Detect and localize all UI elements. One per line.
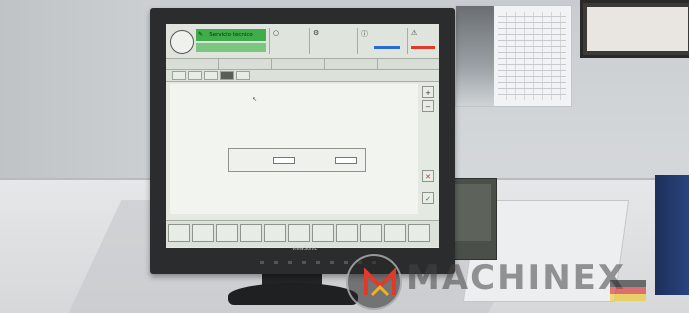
cancel-icon[interactable]: ✕ bbox=[422, 170, 434, 182]
function-key-8[interactable] bbox=[336, 224, 358, 242]
wall-frame bbox=[580, 0, 689, 58]
tab-1[interactable] bbox=[166, 59, 219, 69]
wall-calendar bbox=[455, 5, 572, 107]
tab-5[interactable] bbox=[378, 59, 439, 69]
function-key-9[interactable] bbox=[360, 224, 382, 242]
monitor-brand: ViewSonic bbox=[292, 246, 318, 252]
alarm-icon: ⚠ bbox=[411, 29, 418, 37]
gear-icon: ⚙ bbox=[313, 29, 320, 37]
main-tabs bbox=[166, 59, 439, 70]
function-key-bar bbox=[166, 220, 439, 247]
field-1-input[interactable] bbox=[273, 157, 295, 164]
cursor-icon: ↖ bbox=[252, 96, 258, 103]
sub-tabs bbox=[166, 70, 439, 82]
calendar-photo bbox=[456, 6, 494, 106]
subtab-4-active[interactable] bbox=[220, 71, 234, 80]
red-indicator bbox=[411, 46, 435, 49]
screen-title: Servicio técnico bbox=[196, 29, 266, 41]
function-key-7[interactable] bbox=[312, 224, 334, 242]
monitor-stand-base bbox=[228, 283, 358, 305]
function-key-2[interactable] bbox=[192, 224, 214, 242]
function-key-6[interactable] bbox=[288, 224, 310, 242]
function-key-5[interactable] bbox=[264, 224, 286, 242]
hmi-screen: Servicio técnico ✎ ○ ⚙ ⓘ ⚠ ↖ + − ✕ ✓ bbox=[166, 24, 439, 248]
content-area: ↖ bbox=[170, 84, 418, 214]
photo-scene: Servicio técnico ✎ ○ ⚙ ⓘ ⚠ ↖ + − ✕ ✓ Vie… bbox=[0, 0, 689, 313]
watermark-text: MACHINEX bbox=[406, 258, 627, 298]
subtab-1[interactable] bbox=[172, 71, 186, 80]
m-logo-icon bbox=[364, 268, 396, 297]
pencil-icon: ✎ bbox=[198, 31, 204, 38]
left-wall bbox=[0, 0, 160, 180]
blue-indicator bbox=[374, 46, 400, 49]
function-key-3[interactable] bbox=[216, 224, 238, 242]
header-cell-info[interactable]: ⓘ bbox=[357, 28, 408, 54]
watermark-logo: MACHINEX bbox=[340, 250, 680, 310]
header-cell-position[interactable]: ⚙ bbox=[309, 28, 358, 54]
tab-4[interactable] bbox=[325, 59, 378, 69]
function-key-4[interactable] bbox=[240, 224, 262, 242]
info-icon: ⓘ bbox=[361, 30, 368, 38]
field-2-input[interactable] bbox=[335, 157, 357, 164]
minus-icon[interactable]: − bbox=[422, 100, 434, 112]
function-key-11[interactable] bbox=[408, 224, 430, 242]
calendar-grid bbox=[498, 12, 566, 100]
hmi-header: Servicio técnico ✎ ○ ⚙ ⓘ ⚠ bbox=[166, 24, 439, 59]
confirm-icon[interactable]: ✓ bbox=[422, 192, 434, 204]
circle-icon: ○ bbox=[273, 29, 280, 37]
monitor: Servicio técnico ✎ ○ ⚙ ⓘ ⚠ ↖ + − ✕ ✓ Vie… bbox=[150, 8, 455, 274]
machine-logo[interactable] bbox=[170, 30, 194, 54]
subtab-3[interactable] bbox=[204, 71, 218, 80]
subtab-2[interactable] bbox=[188, 71, 202, 80]
parameter-dialog bbox=[228, 148, 366, 172]
status-strip bbox=[196, 43, 266, 52]
function-key-10[interactable] bbox=[384, 224, 406, 242]
watermark-emblem bbox=[346, 254, 402, 310]
tab-2[interactable] bbox=[219, 59, 272, 69]
flag-icon bbox=[610, 280, 646, 302]
plus-icon[interactable]: + bbox=[422, 86, 434, 98]
tab-3[interactable] bbox=[272, 59, 325, 69]
header-cell-alarm[interactable]: ⚠ bbox=[407, 28, 439, 54]
subtab-5[interactable] bbox=[236, 71, 250, 80]
function-key-1[interactable] bbox=[168, 224, 190, 242]
header-cell-counters[interactable]: ○ bbox=[269, 28, 310, 54]
